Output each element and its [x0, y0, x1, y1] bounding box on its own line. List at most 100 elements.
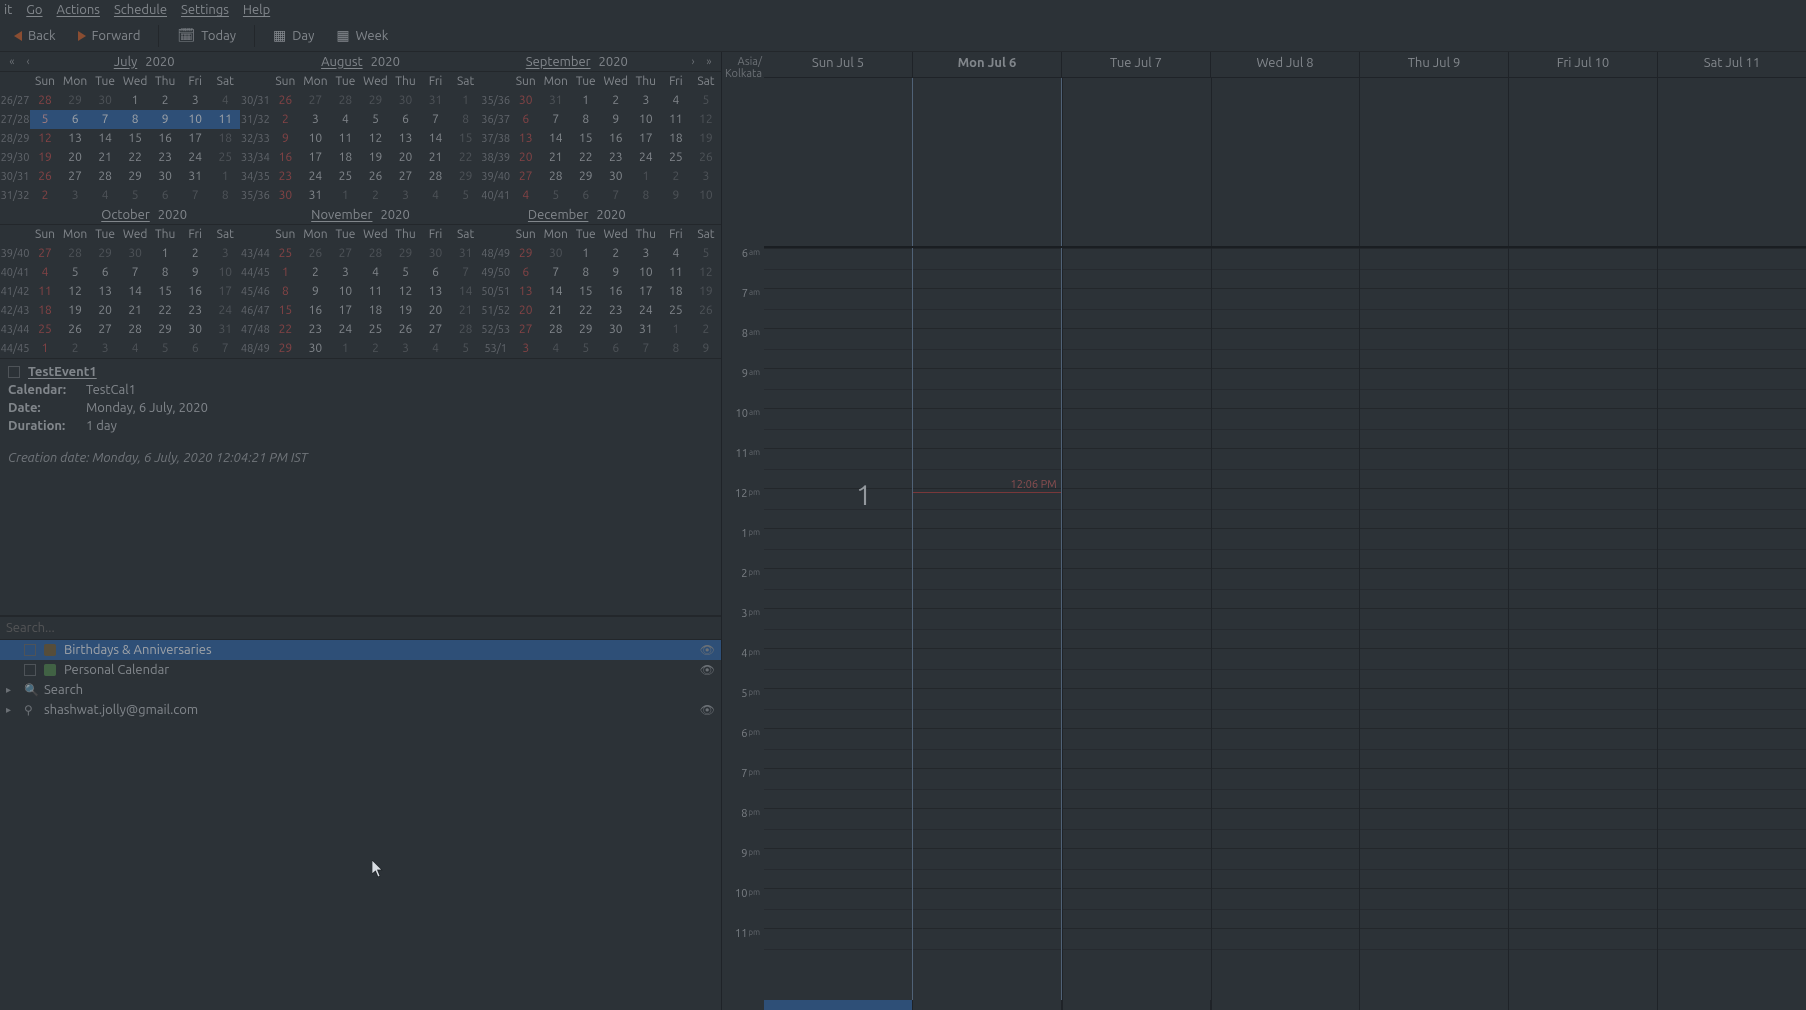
mini-day[interactable]: 21 — [541, 301, 571, 320]
menu-edit[interactable]: it — [4, 3, 12, 17]
mini-day[interactable]: 31 — [300, 186, 330, 205]
allday-cell[interactable] — [764, 78, 912, 246]
mini-day[interactable]: 23 — [300, 320, 330, 339]
mini-calendar-nov[interactable]: SunMonTueWedThuFriSat43/4425262728293031… — [240, 225, 480, 358]
mini-day[interactable]: 19 — [390, 301, 420, 320]
mini-day[interactable]: 18 — [210, 129, 240, 148]
mini-day[interactable]: 10 — [631, 110, 661, 129]
mini-day[interactable]: 7 — [451, 263, 481, 282]
mini-day[interactable]: 29 — [511, 244, 541, 263]
mini-day[interactable]: 5 — [541, 186, 571, 205]
mini-day[interactable]: 17 — [210, 282, 240, 301]
mini-day[interactable]: 15 — [120, 129, 150, 148]
mini-day[interactable]: 21 — [541, 148, 571, 167]
mini-day[interactable]: 25 — [661, 148, 691, 167]
mini-day[interactable]: 6 — [90, 263, 120, 282]
calendar-item-search[interactable]: ▸ 🔍 Search — [0, 680, 721, 700]
mini-day[interactable]: 20 — [511, 148, 541, 167]
day-columns[interactable]: 12:06 PM — [764, 248, 1806, 1010]
mini-day[interactable]: 9 — [601, 263, 631, 282]
mini-day[interactable]: 2 — [691, 320, 721, 339]
mini-day[interactable]: 3 — [390, 339, 420, 358]
mini-day[interactable]: 30 — [180, 320, 210, 339]
mini-calendar-aug[interactable]: SunMonTueWedThuFriSat30/3126272829303113… — [240, 72, 480, 205]
month-label-aug[interactable]: August2020 — [321, 55, 400, 69]
mini-day[interactable]: 5 — [571, 339, 601, 358]
mini-day[interactable]: 4 — [360, 263, 390, 282]
day-column[interactable] — [1657, 248, 1806, 1010]
mini-day[interactable]: 11 — [30, 282, 60, 301]
mini-day[interactable]: 4 — [30, 263, 60, 282]
mini-day[interactable]: 7 — [631, 339, 661, 358]
mini-day[interactable]: 11 — [210, 110, 240, 129]
mini-nav-prev-fast[interactable]: « — [4, 56, 20, 68]
calendar-checkbox[interactable] — [24, 644, 36, 656]
mini-day[interactable]: 31 — [210, 320, 240, 339]
mini-day[interactable]: 30 — [300, 339, 330, 358]
mini-day[interactable]: 27 — [30, 244, 60, 263]
mini-day[interactable]: 2 — [360, 339, 390, 358]
mini-day[interactable]: 3 — [511, 339, 541, 358]
mini-day[interactable]: 24 — [631, 148, 661, 167]
mini-day[interactable]: 26 — [691, 301, 721, 320]
mini-day[interactable]: 15 — [571, 282, 601, 301]
day-column[interactable] — [1062, 248, 1211, 1010]
mini-day[interactable]: 9 — [661, 186, 691, 205]
mini-day[interactable]: 13 — [90, 282, 120, 301]
mini-day[interactable]: 8 — [150, 263, 180, 282]
mini-day[interactable]: 19 — [360, 148, 390, 167]
month-label-nov[interactable]: November2020 — [311, 208, 410, 222]
day-header[interactable]: Thu Jul 9 — [1359, 52, 1508, 77]
mini-day[interactable]: 8 — [270, 282, 300, 301]
mini-day[interactable]: 29 — [60, 91, 90, 110]
mini-day[interactable]: 16 — [601, 282, 631, 301]
mini-day[interactable]: 25 — [330, 167, 360, 186]
mini-day[interactable]: 23 — [150, 148, 180, 167]
mini-day[interactable]: 6 — [180, 339, 210, 358]
mini-day[interactable]: 29 — [571, 167, 601, 186]
mini-day[interactable]: 15 — [451, 129, 481, 148]
mini-day[interactable]: 30 — [150, 167, 180, 186]
mini-day[interactable]: 2 — [601, 91, 631, 110]
mini-day[interactable]: 28 — [451, 320, 481, 339]
mini-day[interactable]: 8 — [571, 263, 601, 282]
mini-day[interactable]: 21 — [451, 301, 481, 320]
mini-day[interactable]: 12 — [691, 263, 721, 282]
mini-day[interactable]: 1 — [571, 244, 601, 263]
mini-day[interactable]: 26 — [360, 167, 390, 186]
allday-cell[interactable] — [1508, 78, 1657, 246]
month-label-sep[interactable]: September2020 — [526, 55, 628, 69]
menu-schedule[interactable]: Schedule — [114, 3, 167, 17]
mini-day[interactable]: 19 — [30, 148, 60, 167]
mini-day[interactable]: 2 — [270, 110, 300, 129]
mini-day[interactable]: 20 — [60, 148, 90, 167]
mini-day[interactable]: 26 — [390, 320, 420, 339]
mini-day[interactable]: 26 — [300, 244, 330, 263]
day-header[interactable]: Mon Jul 6 — [912, 52, 1061, 77]
mini-day[interactable]: 22 — [571, 301, 601, 320]
mini-day[interactable]: 4 — [541, 339, 571, 358]
mini-day[interactable]: 1 — [150, 244, 180, 263]
day-column[interactable]: 12:06 PM — [912, 248, 1062, 1010]
mini-day[interactable]: 17 — [631, 282, 661, 301]
eye-icon[interactable]: 👁 — [700, 663, 715, 677]
mini-day[interactable]: 17 — [631, 129, 661, 148]
day-header[interactable]: Wed Jul 8 — [1210, 52, 1359, 77]
mini-day[interactable]: 10 — [691, 186, 721, 205]
mini-day[interactable]: 20 — [90, 301, 120, 320]
menu-help[interactable]: Help — [243, 3, 270, 17]
mini-day[interactable]: 1 — [451, 91, 481, 110]
month-label-dec[interactable]: December2020 — [528, 208, 626, 222]
mini-day[interactable]: 11 — [330, 129, 360, 148]
week-button[interactable]: ▦ Week — [328, 23, 396, 48]
mini-day[interactable]: 12 — [390, 282, 420, 301]
mini-day[interactable]: 22 — [451, 148, 481, 167]
mini-day[interactable]: 3 — [180, 91, 210, 110]
mini-day[interactable]: 4 — [421, 186, 451, 205]
mini-day[interactable]: 26 — [30, 167, 60, 186]
mini-day[interactable]: 1 — [30, 339, 60, 358]
mini-day[interactable]: 27 — [90, 320, 120, 339]
mini-day[interactable]: 23 — [601, 148, 631, 167]
mini-day[interactable]: 21 — [90, 148, 120, 167]
day-header[interactable]: Sat Jul 11 — [1657, 52, 1806, 77]
